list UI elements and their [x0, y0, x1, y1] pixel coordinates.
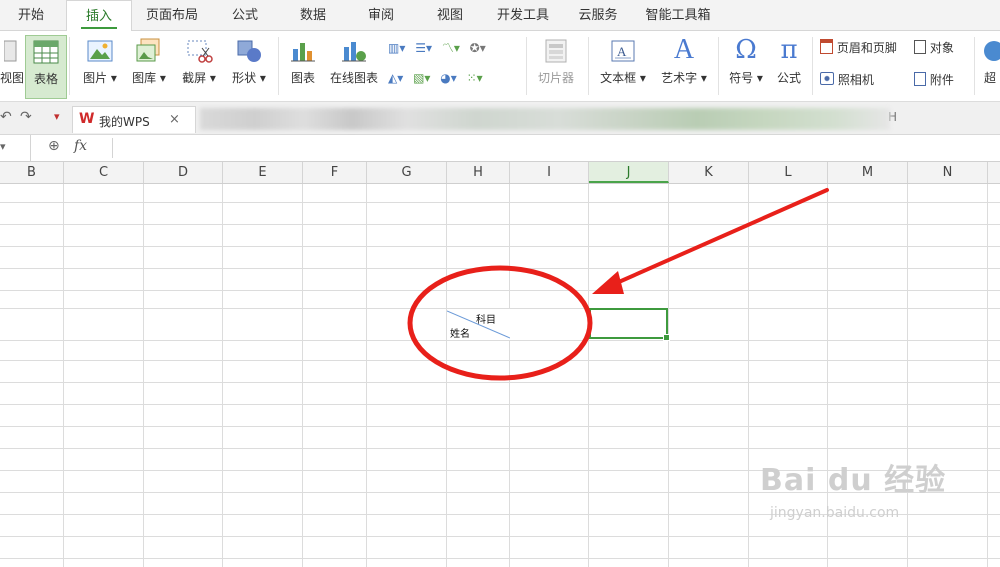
red-arrow-head	[592, 271, 624, 294]
watermark-url: jingyan.baidu.com	[770, 505, 900, 521]
red-highlight-ellipse	[407, 265, 593, 381]
watermark: Bai du 经验 jingyan.baidu.com	[760, 455, 960, 545]
watermark-brand: Bai du 经验	[760, 463, 947, 498]
red-arrow-shaft	[610, 188, 829, 287]
